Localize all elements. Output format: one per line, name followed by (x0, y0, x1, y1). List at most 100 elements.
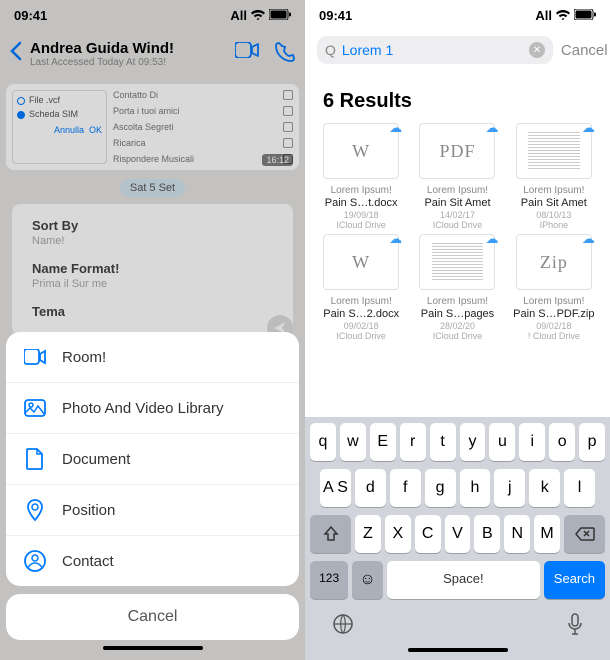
key-X[interactable]: X (385, 515, 411, 553)
keyboard: qwErtyuiop A Sdfghjkl ZXCVBNM 123 ☺ Spac… (305, 417, 610, 660)
key-y[interactable]: y (460, 423, 486, 461)
file-thumbnail: W☁ (323, 123, 399, 179)
nav-subtitle: Last Accessed Today At 09:53! (30, 57, 227, 68)
search-icon: Q (325, 42, 336, 58)
key-p[interactable]: p (579, 423, 605, 461)
result-filename: Pain S…t.docx (315, 197, 407, 209)
result-folder: Lorem Ipsum! (508, 296, 600, 307)
sheet-photo[interactable]: Photo And Video Library (6, 383, 299, 434)
mic-icon[interactable] (567, 613, 583, 640)
document-icon (24, 448, 46, 470)
key-f[interactable]: f (390, 469, 421, 507)
sheet-position-label: Position (62, 502, 115, 519)
room-icon (24, 346, 46, 368)
key-Z[interactable]: Z (355, 515, 381, 553)
result-date: 19/09/18 (315, 210, 407, 220)
sheet-contact[interactable]: Contact (6, 536, 299, 586)
results-grid: W☁ Lorem Ipsum! Pain S…t.docx19/09/18 IClou… (305, 123, 610, 341)
result-item[interactable]: Zip☁Lorem Ipsum!Pain S…PDF.zip09/02/18! … (508, 234, 600, 341)
space-key[interactable]: Space! (387, 561, 540, 599)
cloud-icon: ☁ (485, 120, 498, 136)
result-item[interactable]: ☁Lorem Ipsum!Pain S…pages28/02/20ICloud … (411, 234, 503, 341)
sheet-photo-label: Photo And Video Library (62, 400, 224, 417)
wifi-icon (251, 8, 265, 23)
right-screenshot: 09:41 All Q ✕ Cancel 6 Results W☁Lorem I… (305, 0, 610, 660)
emoji-key[interactable]: ☺ (352, 561, 383, 599)
key-E[interactable]: E (370, 423, 396, 461)
sheet-room-label: Room! (62, 349, 106, 366)
phone-call-icon[interactable] (275, 42, 295, 67)
key-g[interactable]: g (425, 469, 456, 507)
cloud-icon: ☁ (485, 231, 498, 247)
key-l[interactable]: l (564, 469, 595, 507)
result-date: 09/02/18 (508, 321, 600, 331)
search-cancel-button[interactable]: Cancel (561, 42, 608, 59)
home-indicator (408, 648, 508, 652)
key-w[interactable]: w (340, 423, 366, 461)
status-time: 09:41 (319, 8, 352, 23)
result-filename: Pain Sit Amet (411, 197, 503, 209)
key-d[interactable]: d (355, 469, 386, 507)
search-box[interactable]: Q ✕ (317, 36, 553, 64)
photo-icon (24, 397, 46, 419)
result-date: 28/02/20 (411, 321, 503, 331)
key-N[interactable]: N (504, 515, 530, 553)
settings-card: Sort By Name! Name Format! Prima il Sur … (12, 204, 293, 335)
result-date: 09/02/18 (315, 321, 407, 331)
numeric-key[interactable]: 123 (310, 561, 348, 599)
key-i[interactable]: i (519, 423, 545, 461)
key-M[interactable]: M (534, 515, 560, 553)
video-call-icon[interactable] (235, 42, 259, 67)
shift-key[interactable] (310, 515, 351, 553)
left-screenshot: 09:41 All Andrea Guida Wind! Last Access… (0, 0, 305, 660)
results-header: 6 Results (305, 70, 610, 123)
key-t[interactable]: t (430, 423, 456, 461)
key-o[interactable]: o (549, 423, 575, 461)
search-input[interactable] (342, 42, 523, 58)
key-C[interactable]: C (415, 515, 441, 553)
result-item[interactable]: PDF☁Lorem Ipsum!Pain Sit Amet14/02/17ICl… (411, 123, 503, 230)
nav-title: Andrea Guida Wind! (30, 40, 227, 57)
file-thumbnail: Zip☁ (516, 234, 592, 290)
backspace-key[interactable] (564, 515, 605, 553)
result-item[interactable]: ☁Lorem Ipsum!Pain Sit Amet08/10/13IPhone (508, 123, 600, 230)
key-j[interactable]: j (494, 469, 525, 507)
back-button[interactable] (10, 40, 22, 68)
clear-search-icon[interactable]: ✕ (529, 42, 545, 58)
status-bar-left: 09:41 All (0, 0, 305, 30)
sheet-room[interactable]: Room! (6, 332, 299, 383)
key-u[interactable]: u (489, 423, 515, 461)
key-V[interactable]: V (445, 515, 471, 553)
cloud-icon: ☁ (582, 231, 595, 247)
sheet-document[interactable]: Document (6, 434, 299, 485)
file-thumbnail: ☁ (516, 123, 592, 179)
key-q[interactable]: q (310, 423, 336, 461)
key-k[interactable]: k (529, 469, 560, 507)
sheet-cancel-button[interactable]: Cancel (6, 594, 299, 640)
chat-message-card: File .vcf Scheda SIM Annulla OK Contatto… (6, 84, 299, 170)
status-carrier: All (535, 8, 552, 23)
key-A S[interactable]: A S (320, 469, 351, 507)
result-filename: Pain S…PDF.zip (508, 308, 600, 320)
globe-icon[interactable] (332, 613, 354, 640)
key-r[interactable]: r (400, 423, 426, 461)
battery-icon (574, 8, 596, 23)
search-key[interactable]: Search (544, 561, 605, 599)
position-icon (24, 499, 46, 521)
key-B[interactable]: B (474, 515, 500, 553)
result-location: ICloud Drive (411, 331, 503, 341)
result-filename: Pain S…pages (411, 308, 503, 320)
sheet-position[interactable]: Position (6, 485, 299, 536)
status-time: 09:41 (14, 8, 47, 23)
battery-icon (269, 8, 291, 23)
result-location: ICloud Drive (411, 220, 503, 230)
result-item[interactable]: W☁Lorem Ipsum!Pain S…2.docx09/02/18IClou… (315, 234, 407, 341)
result-item[interactable]: W☁Lorem Ipsum!Pain S…t.docx19/09/18IClou… (315, 123, 407, 230)
status-carrier: All (230, 8, 247, 23)
wifi-icon (556, 8, 570, 23)
key-h[interactable]: h (460, 469, 491, 507)
cloud-icon: ☁ (389, 231, 402, 247)
file-thumbnail: ☁ (419, 234, 495, 290)
contact-icon (24, 550, 46, 572)
result-location: ICloud Drive (315, 331, 407, 341)
